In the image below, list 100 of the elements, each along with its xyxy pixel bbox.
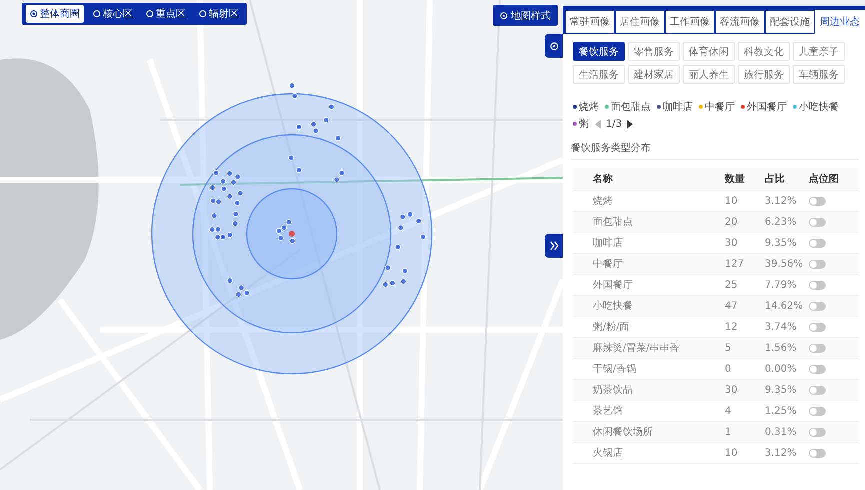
- poi-dot: [402, 268, 408, 274]
- table-cell-text: 6.23%: [765, 216, 798, 228]
- table-cell-text: 中餐厅: [592, 258, 624, 271]
- table-cell-text: 9.35%: [765, 384, 798, 396]
- toggle-switch[interactable]: [809, 218, 826, 226]
- poi-dot: [214, 170, 220, 176]
- table-cell-text: 干锅/香锅: [592, 362, 638, 376]
- panel-tab[interactable]: 常驻画像: [565, 10, 615, 34]
- panel-tab[interactable]: 居住画像: [615, 10, 665, 34]
- panel-tab[interactable]: 客流画像: [715, 10, 765, 34]
- table-cell-text: 7.79%: [765, 280, 798, 290]
- table-cell-text: 烧烤: [592, 194, 614, 208]
- toggle-switch[interactable]: [809, 196, 826, 206]
- table-cell-text: 休闲餐饮场所: [592, 426, 654, 439]
- area-option[interactable]: 重点区: [142, 5, 190, 23]
- toggle-switch[interactable]: [809, 386, 826, 394]
- poi-dot: [416, 218, 422, 224]
- poi-dot: [296, 124, 302, 130]
- toggle-switch[interactable]: [809, 260, 826, 268]
- legend-label: 外国餐厅: [747, 100, 787, 114]
- table-cell-text: 0.31%: [765, 426, 798, 438]
- table-cell-text: 0.00%: [765, 364, 798, 374]
- area-option[interactable]: 核心区: [89, 5, 137, 23]
- table-cell-text: 47: [725, 300, 739, 312]
- table-cell-text: 127: [725, 258, 746, 270]
- column-header: 数量: [725, 172, 746, 186]
- category-button[interactable]: 丽人养生: [683, 65, 735, 84]
- legend-label: 小吃快餐: [799, 100, 839, 114]
- next-page-icon[interactable]: [626, 120, 634, 128]
- poi-dot: [324, 117, 330, 124]
- category-button[interactable]: 建材家居: [628, 65, 680, 84]
- page-indicator: 1/3: [606, 118, 622, 130]
- table-cell-text: 12: [725, 322, 739, 332]
- poi-dot: [398, 225, 404, 231]
- table-cell-text: 咖啡店: [592, 236, 624, 250]
- column-header: 点位图: [809, 172, 840, 186]
- center-marker: [289, 231, 295, 237]
- table-cell-text: 火锅店: [592, 446, 624, 460]
- table-cell-text: 3.12%: [765, 448, 798, 458]
- toggle-switch[interactable]: [809, 428, 826, 436]
- category-button[interactable]: 车辆服务: [793, 65, 845, 84]
- toggle-switch[interactable]: [809, 238, 826, 248]
- toggle-switch[interactable]: [809, 448, 826, 458]
- poi-dot: [290, 238, 296, 244]
- category-button[interactable]: 旅行服务: [738, 65, 790, 84]
- toggle-switch[interactable]: [809, 322, 826, 332]
- poi-dot: [335, 135, 342, 142]
- table-cell-text: 奶茶饮品: [592, 384, 634, 397]
- poi-dot: [238, 190, 244, 196]
- table-cell-text: 1: [725, 426, 732, 438]
- section-title: 餐饮服务类型分布: [571, 141, 859, 160]
- poi-dot: [226, 170, 233, 177]
- double-chevron-icon: [550, 241, 558, 251]
- category-button[interactable]: 零售服务: [628, 42, 680, 61]
- radio-icon: [199, 10, 207, 18]
- settings-button[interactable]: [545, 34, 563, 58]
- poi-dot: [328, 104, 335, 110]
- poi-dot: [400, 278, 407, 285]
- table-cell-text: 粥/粉/面: [592, 320, 631, 334]
- poi-dot: [288, 155, 294, 161]
- legend-label: 烧烤: [579, 100, 599, 114]
- table-cell-text: 30: [725, 238, 739, 248]
- radio-icon: [146, 10, 154, 18]
- panel-tab[interactable]: 工作画像: [665, 10, 715, 34]
- toggle-switch[interactable]: [809, 302, 826, 310]
- previous-page-icon[interactable]: [595, 120, 602, 128]
- area-option[interactable]: 辐射区: [195, 5, 243, 23]
- legend-label: 面包甜点: [611, 100, 651, 114]
- table-cell-text: 25: [725, 280, 739, 290]
- toggle-switch[interactable]: [809, 344, 826, 352]
- table-cell-text: 茶艺馆: [592, 404, 624, 418]
- panel-tab[interactable]: 配套设施: [765, 10, 815, 34]
- poi-dot: [212, 212, 218, 219]
- column-header: 占比: [765, 172, 786, 186]
- legend-label: 粥: [579, 118, 589, 131]
- table-cell-text: 39.56%: [765, 258, 804, 270]
- table-cell-text: 1.56%: [765, 342, 798, 354]
- table-cell-text: 3.74%: [765, 322, 798, 332]
- toggle-switch[interactable]: [809, 406, 826, 416]
- toggle-switch[interactable]: [809, 364, 826, 374]
- category-button[interactable]: 餐饮服务: [573, 42, 625, 61]
- category-button[interactable]: 科教文化: [738, 42, 790, 61]
- poi-dot: [420, 234, 426, 240]
- expand-button[interactable]: [545, 234, 563, 258]
- category-button[interactable]: 儿童亲子: [793, 42, 845, 61]
- table-cell-text: 9.35%: [765, 238, 798, 248]
- category-button[interactable]: 生活服务: [573, 65, 625, 84]
- radio-icon: [30, 10, 38, 18]
- table-cell-text: 小吃快餐: [592, 300, 634, 313]
- table-cell-text: 20: [725, 216, 739, 228]
- table-cell-text: 0: [725, 364, 732, 374]
- map-style-button[interactable]: 地图样式: [493, 5, 558, 26]
- poi-dot: [289, 82, 296, 89]
- column-header: 名称: [592, 172, 614, 186]
- toggle-switch[interactable]: [809, 280, 826, 290]
- poi-dot: [226, 194, 233, 200]
- area-option[interactable]: 整体商圈: [26, 5, 84, 23]
- panel-tab[interactable]: 周边业态: [815, 10, 865, 34]
- table-cell-text: 30: [725, 384, 739, 396]
- category-button[interactable]: 体育休闲: [683, 42, 735, 61]
